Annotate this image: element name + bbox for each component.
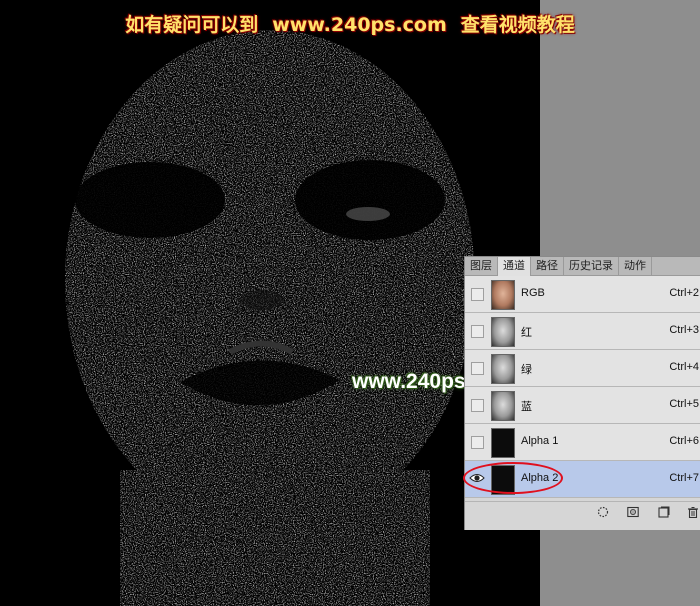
panel-footer [465,501,700,524]
channel-row[interactable]: Alpha 2 Ctrl+7 [463,461,700,498]
banner-left-text: 如有疑问可以到 [125,14,259,36]
banner-right-text: 查看视频教程 [460,14,575,36]
channel-row[interactable]: 绿 Ctrl+4 [465,350,700,387]
visibility-toggle[interactable] [471,399,484,412]
channel-row[interactable]: 蓝 Ctrl+5 [465,387,700,424]
delete-channel-icon[interactable] [687,506,699,518]
alpha-channel-image [65,30,475,606]
new-channel-icon[interactable] [658,506,670,518]
channel-name: 绿 [521,364,532,376]
channels-panel: 图层 通道 路径 历史记录 动作 RGB Ctrl+2 红 Ctrl+3 绿 Ctrl+4 蓝 Ctr… [463,256,700,530]
tab-2[interactable]: 路径 [531,257,564,275]
channel-shortcut: Ctrl+4 [669,361,699,373]
banner-site: www.240ps.com [272,14,447,36]
channel-shortcut: Ctrl+7 [669,472,699,484]
document-canvas[interactable] [0,0,540,606]
visibility-toggle[interactable] [471,288,484,301]
channel-row[interactable]: Alpha 1 Ctrl+6 [465,424,700,461]
channel-shortcut: Ctrl+5 [669,398,699,410]
channel-thumbnail [491,280,515,310]
panel-tabs: 图层 通道 路径 历史记录 动作 [465,257,700,276]
visibility-toggle[interactable] [471,436,484,449]
visibility-toggle[interactable] [471,362,484,375]
channel-name: RGB [521,287,545,299]
channel-row[interactable]: RGB Ctrl+2 [465,276,700,313]
tab-3[interactable]: 历史记录 [564,257,619,275]
channel-thumbnail [491,428,515,458]
channel-row[interactable]: 红 Ctrl+3 [465,313,700,350]
channel-name: Alpha 1 [521,435,559,447]
channel-list: RGB Ctrl+2 红 Ctrl+3 绿 Ctrl+4 蓝 Ctrl+5 Alpha 1 Ctr… [463,276,700,498]
save-selection-icon[interactable] [627,506,639,518]
channel-shortcut: Ctrl+6 [669,435,699,447]
tab-4[interactable]: 动作 [619,257,652,275]
channel-shortcut: Ctrl+2 [669,287,699,299]
channel-thumbnail [491,391,515,421]
tab-1[interactable]: 通道 [498,257,531,276]
channel-name: 蓝 [521,401,532,413]
load-selection-icon[interactable] [597,506,609,518]
tab-0[interactable]: 图层 [465,257,498,275]
channel-thumbnail [491,354,515,384]
annotation-circle [463,462,563,494]
tutorial-banner: 如有疑问可以到 www.240ps.com 查看视频教程 [0,10,700,37]
channel-name: 红 [521,327,532,339]
channel-thumbnail [491,317,515,347]
channel-shortcut: Ctrl+3 [669,324,699,336]
visibility-toggle[interactable] [471,325,484,338]
